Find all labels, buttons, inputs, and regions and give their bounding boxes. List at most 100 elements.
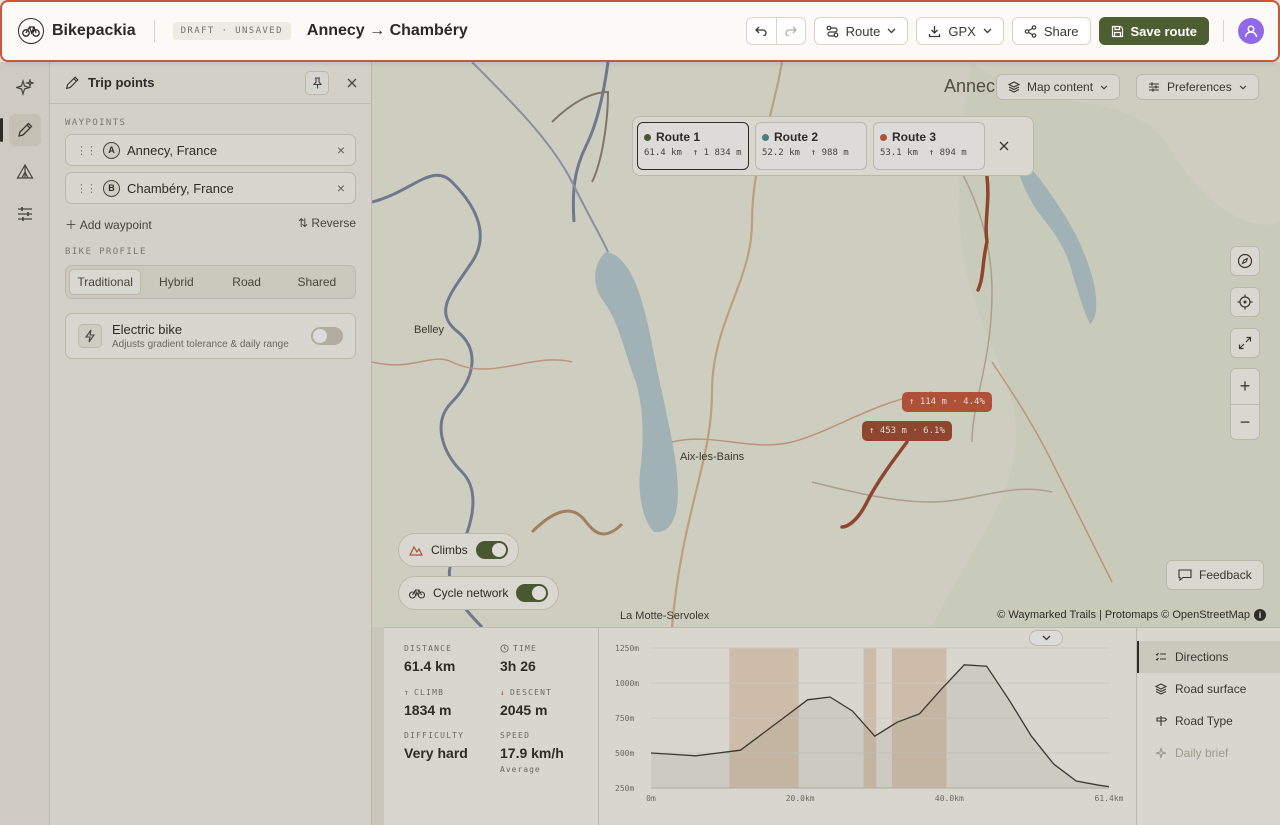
redo-button[interactable]: [775, 18, 805, 44]
waypoint-marker: A: [103, 141, 120, 159]
share-icon: [1024, 24, 1037, 38]
close-panel-button[interactable]: [347, 78, 357, 88]
profile-option-hybrid[interactable]: Hybrid: [141, 269, 211, 295]
drag-handle-icon[interactable]: ⋮⋮: [76, 144, 97, 157]
chevron-down-icon: [1239, 84, 1247, 90]
waypoint-item[interactable]: ⋮⋮ B Chambéry, France ×: [65, 172, 356, 204]
pencil-icon: [18, 122, 33, 137]
stat-difficulty: DIFFICULTY Very hard: [404, 731, 468, 761]
user-icon: [1244, 25, 1258, 38]
info-icon[interactable]: i: [1254, 609, 1266, 621]
ebike-title: Electric bike: [112, 322, 183, 337]
fullscreen-button[interactable]: [1230, 328, 1260, 358]
stat-speed: SPEED 17.9 km/h Average: [500, 731, 564, 774]
redo-icon: [785, 26, 797, 36]
route-option-1[interactable]: Route 1 61.4 km ↑ 1 834 m: [637, 122, 749, 170]
rail-settings-button[interactable]: [9, 198, 41, 230]
zoom-in-button[interactable]: +: [1231, 369, 1259, 404]
preferences-button[interactable]: Preferences: [1136, 74, 1259, 100]
route-option-2[interactable]: Route 2 52.2 km ↑ 988 m: [755, 122, 867, 170]
climbs-switch[interactable]: [475, 541, 508, 559]
list-icon: [1155, 652, 1166, 661]
feedback-button[interactable]: Feedback: [1166, 560, 1264, 590]
layers-icon: [1155, 683, 1167, 695]
panel-title: Trip points: [88, 75, 155, 90]
pin-icon: [312, 76, 322, 88]
ebike-toggle[interactable]: [311, 327, 343, 345]
bike-profile-selector: Traditional Hybrid Road Shared: [65, 265, 356, 299]
status-badge: DRAFT · UNSAVED: [172, 22, 291, 40]
mountain-icon: [409, 545, 423, 556]
rail-ai-button[interactable]: [9, 72, 41, 104]
tab-road-surface[interactable]: Road surface: [1137, 673, 1280, 705]
save-route-button[interactable]: Save route: [1098, 17, 1209, 45]
bike-logo-icon: [18, 18, 44, 44]
sliders-icon: [1149, 82, 1159, 92]
zoom-out-button[interactable]: −: [1231, 404, 1259, 439]
route-stats: DISTANCE 61.4 km TIME 3h 26 ↑ CLIMB 1834 …: [384, 628, 599, 825]
arrow-down-icon: ↓: [500, 688, 507, 697]
tab-daily-brief[interactable]: Daily brief: [1137, 737, 1280, 769]
undo-icon: [755, 26, 767, 36]
brand[interactable]: Bikepackia: [18, 18, 136, 44]
map-attribution: © Waymarked Trails | Protomaps © OpenStr…: [997, 609, 1266, 621]
route-menu-button[interactable]: Route: [813, 17, 909, 45]
map-canvas[interactable]: Annec Belley Aix-les-Bains La Motte-Serv…: [372, 62, 1280, 627]
x-tick-label: 61.4km: [1095, 794, 1124, 803]
y-tick-label: 750m: [615, 714, 634, 723]
message-icon: [1178, 569, 1192, 581]
route-option-3[interactable]: Route 3 53.1 km ↑ 894 m: [873, 122, 985, 170]
drag-handle-icon[interactable]: ⋮⋮: [76, 182, 97, 195]
climb-chip[interactable]: ↑ 114 m · 4.4%: [902, 392, 992, 412]
undo-button[interactable]: [747, 18, 776, 44]
remove-waypoint-button[interactable]: ×: [337, 180, 345, 196]
stat-time: TIME 3h 26: [500, 644, 538, 674]
header-divider: [1223, 20, 1224, 42]
place-label: Annec: [944, 76, 996, 96]
waypoint-item[interactable]: ⋮⋮ A Annecy, France ×: [65, 134, 356, 166]
compass-button[interactable]: [1230, 246, 1260, 276]
page-title[interactable]: Annecy → Chambéry: [307, 22, 468, 40]
route-icon: [826, 25, 839, 37]
rail-edit-button[interactable]: [0, 114, 41, 146]
save-icon: [1111, 25, 1123, 37]
tool-rail: [0, 62, 50, 825]
climb-chip[interactable]: ↑ 453 m · 6.1%: [862, 421, 952, 441]
profile-option-traditional[interactable]: Traditional: [69, 269, 142, 295]
cycle-network-toggle[interactable]: Cycle network: [398, 576, 560, 610]
profile-option-road[interactable]: Road: [212, 269, 282, 295]
brand-name: Bikepackia: [52, 22, 136, 39]
tab-road-type[interactable]: Road Type: [1137, 705, 1280, 737]
climbs-toggle[interactable]: Climbs: [398, 533, 519, 567]
elevation-chart: 1250m 1000m 750m 500m 250m 0m 20.0km 40.0km 61.4…: [615, 644, 1124, 803]
reverse-button[interactable]: ⇅ Reverse: [298, 216, 356, 233]
tab-directions[interactable]: Directions: [1137, 641, 1280, 673]
sparkle-icon: [1155, 747, 1167, 759]
close-routes-button[interactable]: [999, 141, 1009, 151]
elevation-profile[interactable]: 1250m 1000m 750m 500m 250m 0m 20.0km 40.0km 61.4…: [599, 628, 1136, 825]
electric-bike-setting: Electric bike Adjusts gradient tolerance…: [65, 313, 356, 359]
download-icon: [929, 25, 941, 37]
ebike-description: Adjusts gradient tolerance & daily range: [112, 339, 289, 350]
arrow-up-icon: ↑: [404, 688, 411, 697]
stat-climb: ↑ CLIMB 1834 m: [404, 688, 452, 718]
detail-tabs: Directions Road surface Road Type Daily …: [1136, 628, 1280, 825]
pin-panel-button[interactable]: [305, 70, 329, 95]
rail-camp-button[interactable]: [9, 156, 41, 188]
y-tick-label: 1000m: [615, 679, 639, 688]
bike-profile-section-label: BIKE PROFILE: [65, 247, 147, 257]
avatar[interactable]: [1238, 18, 1264, 44]
place-label: La Motte-Servolex: [620, 610, 710, 622]
route-color-dot: [644, 133, 651, 141]
gpx-export-button[interactable]: GPX: [916, 17, 1004, 45]
cycle-network-switch[interactable]: [516, 584, 549, 602]
share-button[interactable]: Share: [1011, 17, 1091, 45]
add-waypoint-button[interactable]: ＋ Add waypoint: [65, 216, 152, 233]
remove-waypoint-button[interactable]: ×: [337, 142, 345, 158]
profile-option-shared[interactable]: Shared: [282, 269, 352, 295]
sparkle-icon: [16, 79, 34, 97]
collapse-panel-button[interactable]: [1029, 630, 1063, 646]
locate-button[interactable]: [1230, 287, 1260, 317]
y-tick-label: 500m: [615, 749, 634, 758]
map-content-button[interactable]: Map content: [996, 74, 1121, 100]
